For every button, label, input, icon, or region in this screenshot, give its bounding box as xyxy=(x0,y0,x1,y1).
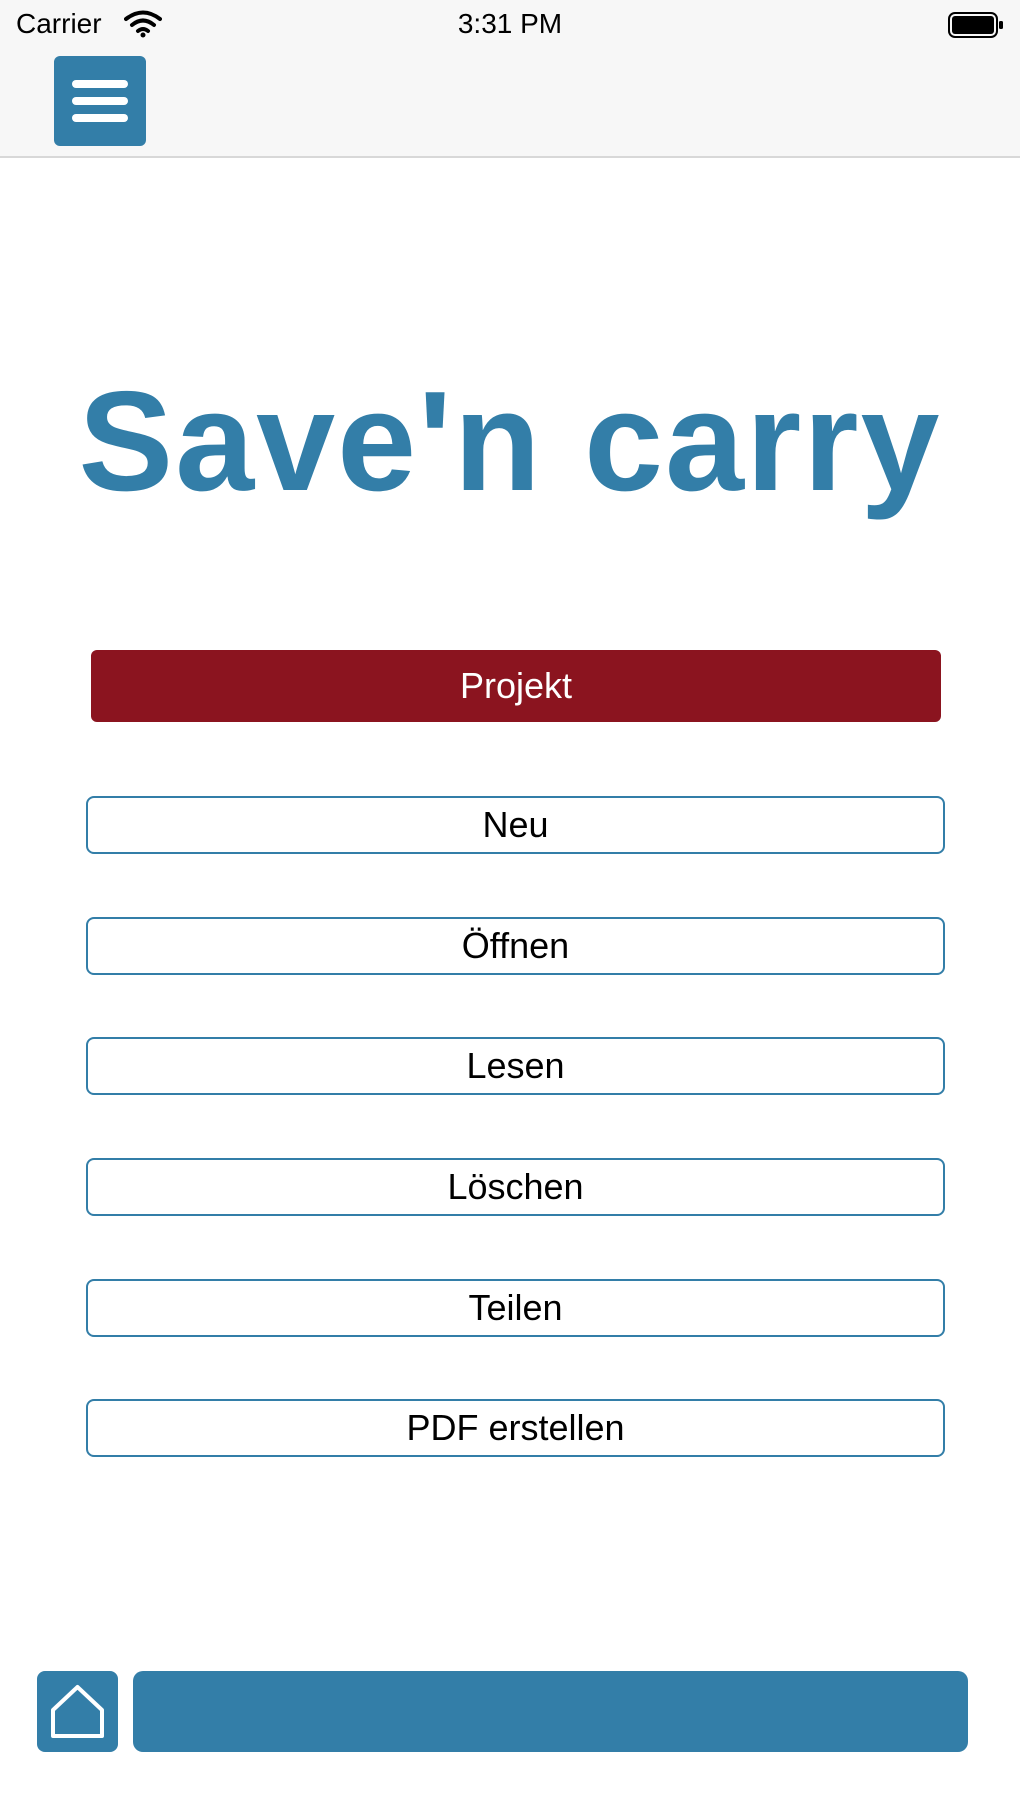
status-bar: Carrier 3:31 PM xyxy=(0,0,1020,52)
create-pdf-button[interactable]: PDF erstellen xyxy=(86,1399,945,1457)
open-project-button[interactable]: Öffnen xyxy=(86,917,945,975)
clock: 3:31 PM xyxy=(457,8,563,39)
app-title: Save'n carry xyxy=(78,362,942,521)
delete-project-button[interactable]: Löschen xyxy=(86,1158,945,1216)
section-header-projekt: Projekt xyxy=(91,650,941,722)
home-button[interactable] xyxy=(37,1671,118,1752)
battery-icon xyxy=(948,12,1004,38)
read-project-button[interactable]: Lesen xyxy=(86,1037,945,1095)
menu-button[interactable] xyxy=(54,56,146,146)
new-project-button[interactable]: Neu xyxy=(86,796,945,854)
bottom-bar[interactable] xyxy=(133,1671,968,1752)
navigation-bar xyxy=(0,52,1020,158)
home-icon xyxy=(51,1685,104,1738)
share-project-button[interactable]: Teilen xyxy=(86,1279,945,1337)
